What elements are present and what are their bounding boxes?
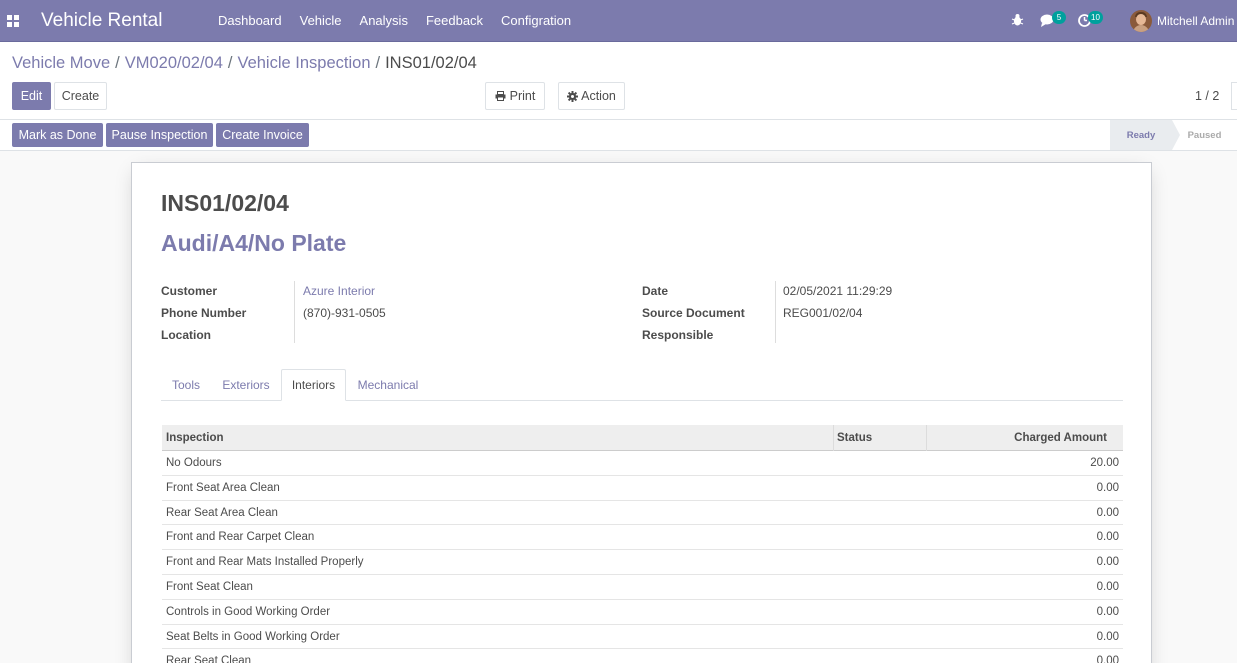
phone-number-field[interactable]: (870)-931-0505 [303, 306, 386, 320]
form-sheet: INS01/02/04 Audi/A4/No Plate Customer Az… [131, 162, 1152, 663]
breadcrumb-separator: / [115, 54, 120, 72]
app-brand[interactable]: Vehicle Rental [41, 10, 162, 32]
pager-value[interactable]: 1 / 2 [1195, 89, 1219, 103]
menu-item-vehicle[interactable]: Vehicle [291, 0, 351, 42]
date-field[interactable]: 02/05/2021 11:29:29 [783, 284, 892, 298]
charged-amount-cell: 0.00 [1096, 531, 1119, 544]
create-button[interactable]: Create [54, 82, 107, 110]
table-header: Inspection Status Charged Amount [162, 425, 1123, 451]
table-row[interactable]: Front and Rear Mats Installed Properly 0.… [162, 550, 1123, 575]
customer-field[interactable]: Azure Interior [303, 284, 375, 298]
location-label: Location [161, 328, 211, 342]
tab-tools[interactable]: Tools [161, 369, 211, 401]
phone-number-label: Phone Number [161, 306, 247, 320]
pager-previous-button[interactable] [1231, 82, 1237, 110]
source-document-field[interactable]: REG001/02/04 [783, 306, 862, 320]
column-divider [833, 425, 834, 451]
charged-amount-cell: 0.00 [1096, 655, 1119, 663]
action-label: Action [581, 89, 616, 103]
table-row[interactable]: No Odours 20.00 [162, 451, 1123, 476]
charged-amount-cell: 0.00 [1096, 580, 1119, 593]
menu-item-configration[interactable]: Configration [492, 0, 580, 42]
inspection-name-cell: Seat Belts in Good Working Order [166, 630, 340, 643]
tab-interiors[interactable]: Interiors [281, 369, 346, 401]
column-divider [926, 425, 927, 451]
charged-amount-cell: 20.00 [1090, 457, 1119, 469]
inspection-name-cell: Rear Seat Clean [166, 655, 252, 663]
inspection-name-cell: Front Seat Clean [166, 580, 253, 593]
menu-item-feedback[interactable]: Feedback [417, 0, 492, 42]
record-vehicle[interactable]: Audi/A4/No Plate [161, 230, 346, 257]
breadcrumb-vehicle-move[interactable]: Vehicle Move [12, 54, 110, 72]
apps-menu-icon[interactable] [7, 15, 19, 27]
mark-as-done-button[interactable]: Mark as Done [12, 123, 103, 147]
tab-exteriors[interactable]: Exteriors [213, 369, 279, 401]
print-button[interactable]: Print [485, 82, 545, 110]
table-row[interactable]: Controls in Good Working Order 0.00 [162, 600, 1123, 625]
charged-amount-cell: 0.00 [1096, 630, 1119, 643]
inspection-name-cell: Controls in Good Working Order [166, 605, 331, 618]
source-document-label: Source Document [642, 306, 745, 320]
debug-bug-icon[interactable] [1011, 13, 1024, 31]
customer-label: Customer [161, 284, 218, 298]
table-body: No Odours 20.00 Front Seat Area Clean 0.00 R… [162, 451, 1123, 663]
tab-mechanical[interactable]: Mechanical [348, 369, 428, 401]
date-label: Date [642, 284, 669, 298]
table-row[interactable]: Rear Seat Clean 0.00 [162, 649, 1123, 663]
statusbar: Mark as Done Pause Inspection Create Inv… [0, 120, 1237, 151]
edit-button[interactable]: Edit [12, 82, 51, 110]
control-panel: Vehicle Move / VM020/02/04/Vehicle Inspect… [0, 42, 1237, 120]
menu-item-dashboard[interactable]: Dashboard [209, 0, 291, 42]
column-charged-amount[interactable]: Charged Amount [1014, 425, 1107, 451]
menu-item-analysis[interactable]: Analysis [351, 0, 417, 42]
table-row[interactable]: Front Seat Area Clean 0.00 [162, 476, 1123, 501]
breadcrumb-vehicle-inspection[interactable]: Vehicle Inspection [237, 54, 370, 72]
field-separator [294, 281, 295, 343]
gear-icon [567, 90, 579, 102]
stage-paused[interactable]: Paused [1172, 120, 1237, 150]
record-title: INS01/02/04 [161, 190, 289, 216]
inspection-name-cell: Front and Rear Mats Installed Properly [166, 556, 364, 569]
print-icon [495, 91, 506, 101]
notebook-tabs: Tools Exteriors Interiors Mechanical [161, 369, 1123, 401]
action-button[interactable]: Action [558, 82, 625, 110]
breadcrumb-vehicle-move-record[interactable]: VM020/02/04 [125, 54, 223, 72]
breadcrumb: Vehicle Move / VM020/02/04/Vehicle Inspect… [12, 54, 477, 73]
table-row[interactable]: Rear Seat Area Clean 0.00 [162, 501, 1123, 526]
charged-amount-cell: 0.00 [1096, 506, 1119, 519]
inspection-name-cell: Front and Rear Carpet Clean [166, 531, 315, 544]
breadcrumb-current: INS01/02/04 [385, 54, 477, 72]
column-inspection[interactable]: Inspection [166, 425, 224, 451]
responsible-label: Responsible [642, 328, 714, 342]
charged-amount-cell: 0.00 [1096, 481, 1119, 494]
print-label: Print [509, 89, 536, 103]
table-row[interactable]: Front Seat Clean 0.00 [162, 575, 1123, 600]
messages-count-badge: 5 [1052, 11, 1066, 24]
field-separator [775, 281, 776, 343]
inspection-table: Inspection Status Charged Amount No Odou… [162, 425, 1123, 663]
user-menu-name[interactable]: Mitchell Admin ( [1157, 14, 1237, 28]
top-navbar: Vehicle Rental Dashboard Vehicle Analysi… [0, 0, 1237, 42]
table-row[interactable]: Front and Rear Carpet Clean 0.00 [162, 525, 1123, 551]
charged-amount-cell: 0.00 [1096, 605, 1119, 618]
pause-inspection-button[interactable]: Pause Inspection [106, 123, 213, 147]
inspection-name-cell: Rear Seat Area Clean [166, 506, 278, 519]
column-status[interactable]: Status [837, 425, 872, 451]
activities-count-badge: 10 [1088, 11, 1103, 24]
charged-amount-cell: 0.00 [1096, 556, 1119, 569]
inspection-name-cell: Front Seat Area Clean [166, 481, 280, 494]
breadcrumb-separator: / [227, 54, 233, 72]
stage-ready[interactable]: Ready [1110, 120, 1180, 150]
breadcrumb-separator: / [375, 54, 381, 72]
inspection-name-cell: No Odours [166, 457, 222, 469]
table-row[interactable]: Seat Belts in Good Working Order 0.00 [162, 625, 1123, 650]
main-menu: Dashboard Vehicle Analysis Feedback Conf… [209, 0, 580, 42]
create-invoice-button[interactable]: Create Invoice [216, 123, 309, 147]
user-avatar[interactable] [1130, 10, 1152, 32]
